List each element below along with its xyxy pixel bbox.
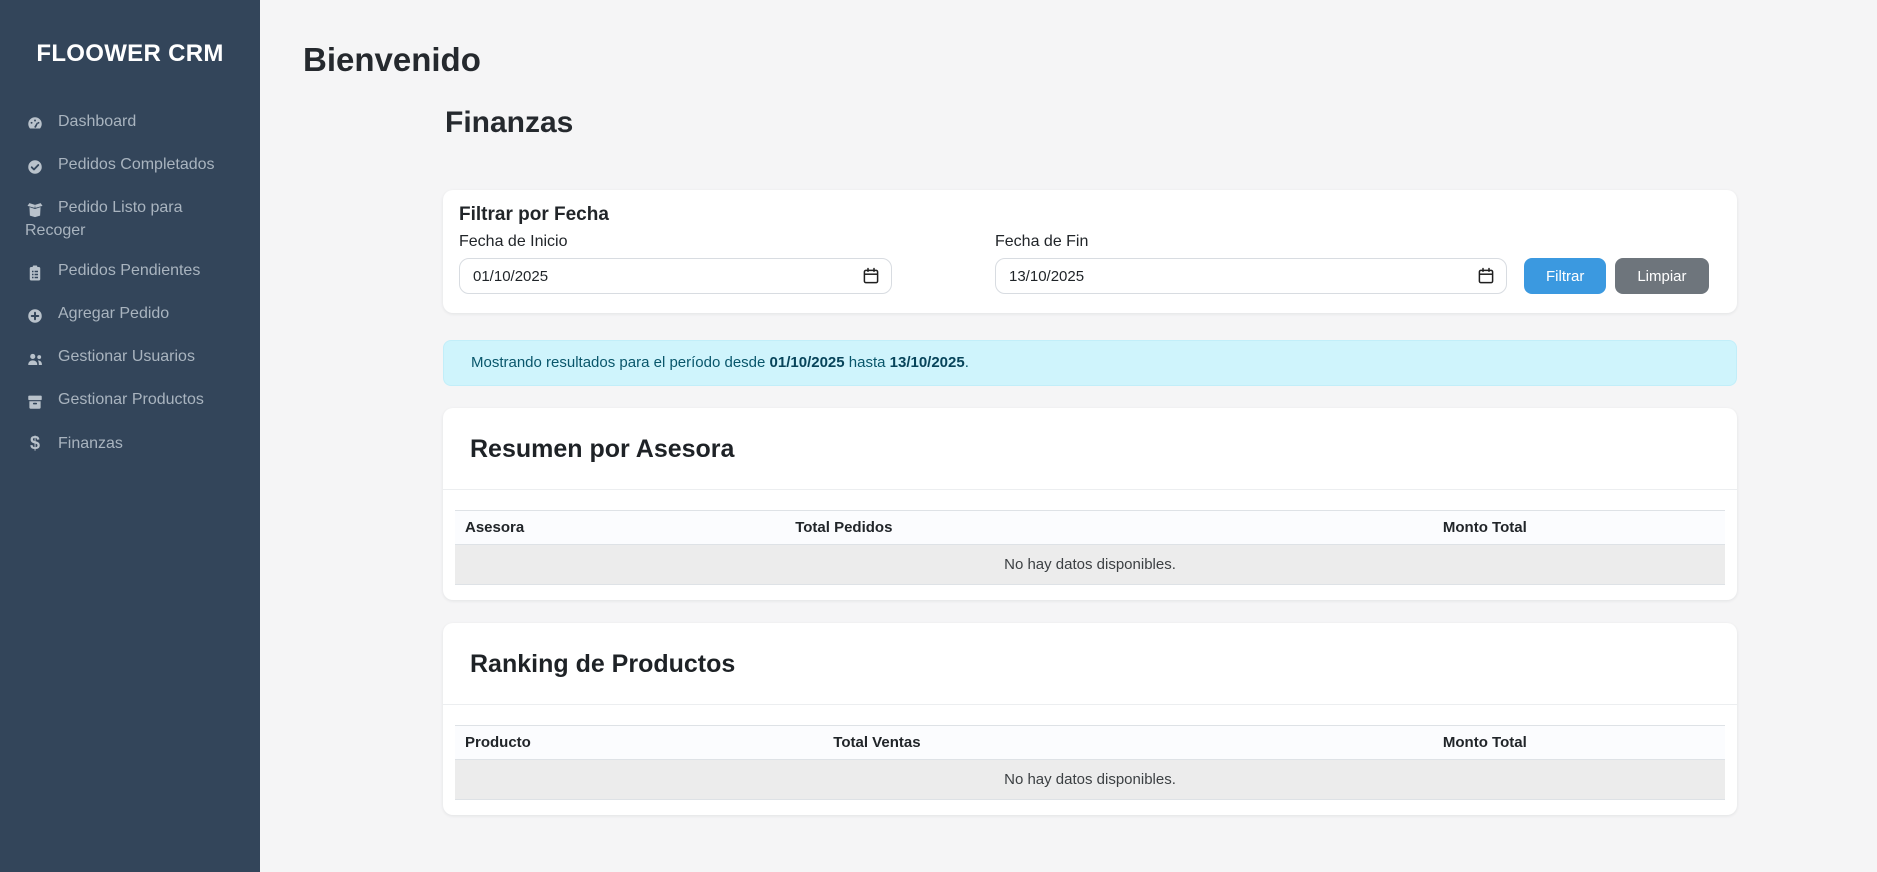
column-header: Asesora	[455, 511, 785, 545]
ranking-table: Producto Total Ventas Monto Total No hay…	[455, 725, 1725, 800]
sidebar: FLOOWER CRM Dashboard	[0, 0, 260, 872]
finanzas-section: Finanzas Filtrar por Fecha Fecha de Inic…	[443, 105, 1737, 815]
alert-end-date: 13/10/2025	[890, 354, 965, 371]
summary-card-title: Resumen por Asesora	[470, 434, 1710, 464]
users-icon	[25, 350, 45, 370]
summary-table: Asesora Total Pedidos Monto Total No hay…	[455, 510, 1725, 585]
box-open-icon	[25, 201, 45, 221]
column-header: Monto Total	[1433, 726, 1725, 760]
end-date-input[interactable]	[995, 258, 1507, 294]
calendar-icon[interactable]	[862, 267, 880, 285]
ranking-card-title: Ranking de Productos	[470, 649, 1710, 679]
sidebar-item-label: Pedidos Pendientes	[58, 262, 200, 279]
end-date-label: Fecha de Fin	[995, 233, 1507, 251]
sidebar-item-pedidos-pendientes[interactable]: Pedidos Pendientes	[0, 251, 260, 294]
calendar-icon[interactable]	[1477, 267, 1495, 285]
sidebar-item-pedido-listo-para-recoger[interactable]: Pedido Listo para Recoger	[0, 188, 260, 251]
clipboard-icon	[25, 264, 45, 284]
sidebar-item-pedidos-completados[interactable]: Pedidos Completados	[0, 145, 260, 188]
check-circle-icon	[25, 158, 45, 178]
column-header: Producto	[455, 726, 823, 760]
empty-message: No hay datos disponibles.	[455, 545, 1725, 585]
dollar-icon: $	[25, 433, 45, 453]
plus-circle-icon	[25, 307, 45, 327]
filter-row: Fecha de Inicio	[459, 233, 1721, 294]
summary-card: Resumen por Asesora Asesora Total Pedido…	[443, 408, 1737, 600]
filter-buttons: Filtrar Limpiar	[1524, 258, 1709, 294]
app-brand: FLOOWER CRM	[0, 0, 260, 68]
main-content: Bienvenido Finanzas Filtrar por Fecha Fe…	[260, 0, 1877, 872]
start-date-label: Fecha de Inicio	[459, 233, 892, 251]
start-date-wrapper	[459, 258, 892, 294]
empty-message: No hay datos disponibles.	[455, 760, 1725, 800]
table-header-row: Asesora Total Pedidos Monto Total	[455, 511, 1725, 545]
column-header: Total Ventas	[823, 726, 1433, 760]
sidebar-item-gestionar-usuarios[interactable]: Gestionar Usuarios	[0, 337, 260, 380]
sidebar-item-agregar-pedido[interactable]: Agregar Pedido	[0, 294, 260, 337]
filter-card: Filtrar por Fecha Fecha de Inicio	[443, 190, 1737, 313]
column-header: Monto Total	[1433, 511, 1725, 545]
empty-table-row: No hay datos disponibles.	[455, 545, 1725, 585]
column-header: Total Pedidos	[785, 511, 1433, 545]
summary-card-header: Resumen por Asesora	[443, 408, 1737, 490]
sidebar-item-label: Dashboard	[58, 113, 136, 130]
sidebar-item-label: Agregar Pedido	[58, 305, 169, 322]
start-date-field: Fecha de Inicio	[459, 233, 892, 294]
end-date-field: Fecha de Fin	[995, 233, 1507, 294]
clear-button[interactable]: Limpiar	[1615, 258, 1708, 294]
page-title: Bienvenido	[303, 40, 1877, 80]
summary-card-body: Asesora Total Pedidos Monto Total No hay…	[443, 490, 1737, 600]
filter-card-title: Filtrar por Fecha	[459, 204, 1721, 226]
alert-text: hasta	[845, 354, 890, 371]
end-date-wrapper	[995, 258, 1507, 294]
sidebar-item-label: Pedido Listo para Recoger	[25, 199, 183, 239]
ranking-card-body: Producto Total Ventas Monto Total No hay…	[443, 705, 1737, 815]
empty-table-row: No hay datos disponibles.	[455, 760, 1725, 800]
alert-text: .	[965, 354, 969, 371]
sidebar-item-finanzas[interactable]: $ Finanzas	[0, 423, 260, 464]
gauge-icon	[25, 115, 45, 135]
sidebar-item-label: Pedidos Completados	[58, 156, 215, 173]
ranking-card-header: Ranking de Productos	[443, 623, 1737, 705]
sidebar-item-dashboard[interactable]: Dashboard	[0, 102, 260, 145]
start-date-input[interactable]	[459, 258, 892, 294]
results-alert: Mostrando resultados para el período des…	[443, 340, 1737, 386]
alert-start-date: 01/10/2025	[770, 354, 845, 371]
table-header-row: Producto Total Ventas Monto Total	[455, 726, 1725, 760]
sidebar-item-gestionar-productos[interactable]: Gestionar Productos	[0, 380, 260, 423]
sidebar-item-label: Gestionar Productos	[58, 391, 204, 408]
ranking-card: Ranking de Productos Producto Total Vent…	[443, 623, 1737, 815]
alert-text: Mostrando resultados para el período des…	[471, 354, 770, 371]
section-title: Finanzas	[445, 105, 1737, 141]
sidebar-item-label: Gestionar Usuarios	[58, 348, 195, 365]
sidebar-nav: Dashboard Pedidos Completados Pedido Lis…	[0, 102, 260, 464]
filter-button[interactable]: Filtrar	[1524, 258, 1606, 294]
box-icon	[25, 393, 45, 413]
sidebar-item-label: Finanzas	[58, 435, 123, 452]
